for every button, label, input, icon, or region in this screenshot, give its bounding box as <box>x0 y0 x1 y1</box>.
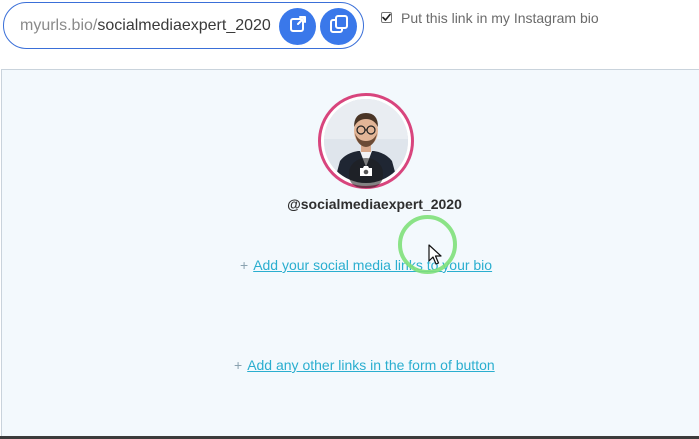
url-slug: socialmediaexpert_2020 <box>97 17 271 34</box>
profile-username: @socialmediaexpert_2020 <box>287 196 462 212</box>
mouse-pointer-icon <box>428 244 442 271</box>
add-social-links-link[interactable]: + Add your social media links to your bio <box>240 257 492 273</box>
plus-icon: + <box>240 257 249 273</box>
copy-link-button[interactable] <box>320 8 357 45</box>
checkmark-icon <box>382 9 391 27</box>
instagram-bio-checkbox[interactable] <box>381 12 392 23</box>
open-link-button[interactable] <box>279 8 316 45</box>
add-social-links-label: Add your social media links to your bio <box>253 257 493 273</box>
copy-icon <box>329 14 349 39</box>
profile-url[interactable]: myurls.bio/socialmediaexpert_2020 <box>20 17 271 35</box>
profile-url-bar: myurls.bio/socialmediaexpert_2020 <box>3 2 364 49</box>
add-other-links-label: Add any other links in the form of butto… <box>247 357 495 373</box>
external-link-icon <box>289 15 307 38</box>
plus-icon: + <box>234 357 243 373</box>
add-other-links-link[interactable]: + Add any other links in the form of butt… <box>234 357 495 373</box>
camera-icon <box>359 164 373 182</box>
change-photo-button[interactable] <box>349 158 383 188</box>
url-domain: myurls.bio/ <box>20 17 98 34</box>
instagram-bio-label[interactable]: Put this link in my Instagram bio <box>401 10 599 26</box>
